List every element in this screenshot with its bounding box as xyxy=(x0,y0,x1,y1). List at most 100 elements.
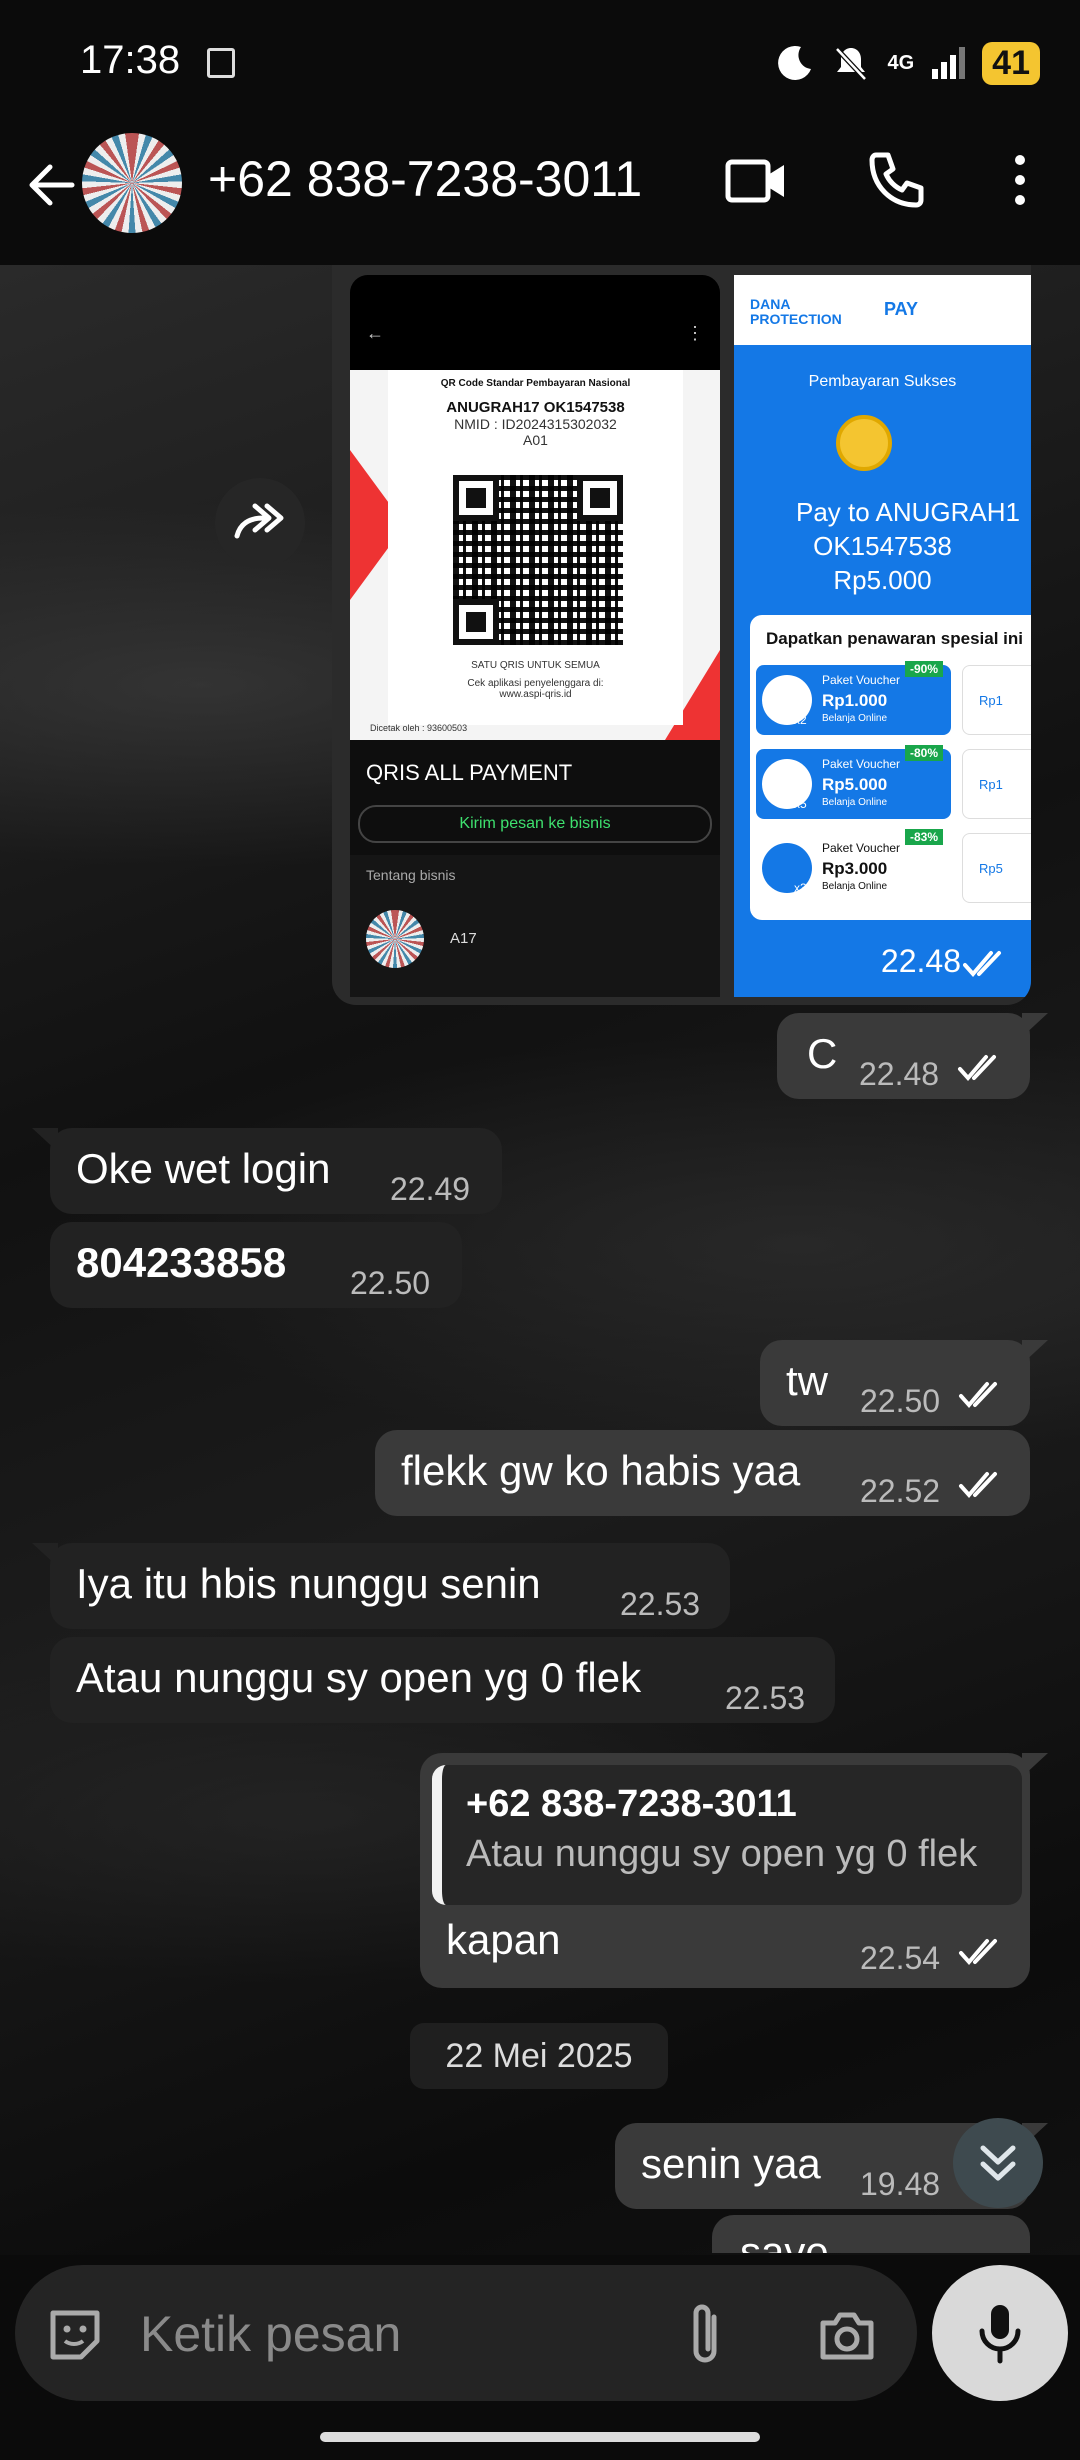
quoted-author: +62 838-7238-3011 xyxy=(466,1783,797,1825)
pay-to-id: OK1547538 xyxy=(813,531,952,561)
status-time: 17:38 xyxy=(80,38,181,82)
qris-footer: SATU QRIS UNTUK SEMUA xyxy=(471,660,600,671)
voucher-note: Belanja Online xyxy=(822,881,888,892)
merchant-name: ANUGRAH17 OK1547538 xyxy=(446,399,625,416)
offer-title: Dapatkan penawaran spesial ini xyxy=(766,629,1023,648)
message-text: kapan xyxy=(446,1916,561,1963)
voucher-label: Paket Voucher xyxy=(822,757,901,771)
qris-card: QR Code Standar Pembayaran Nasional ANUG… xyxy=(388,370,683,725)
voice-record-button[interactable] xyxy=(932,2265,1068,2401)
message-incoming[interactable]: Oke wet login 22.49 xyxy=(32,1128,502,1214)
qris-panel: QR Code Standar Pembayaran Nasional ANUG… xyxy=(350,370,720,740)
status-icons: 4G 41 xyxy=(775,40,1040,86)
message-incoming[interactable]: 804233858 22.50 xyxy=(50,1222,462,1308)
scroll-to-bottom-button[interactable] xyxy=(953,2118,1043,2208)
home-indicator xyxy=(320,2432,760,2442)
voucher-note: Belanja Online xyxy=(822,713,888,724)
qris-footer-2: Cek aplikasi penyelenggara di: www.aspi-… xyxy=(467,678,604,700)
voucher-qty: x5 xyxy=(794,797,807,811)
offer-panel: Dapatkan penawaran spesial ini -90% Pake… xyxy=(750,615,1031,920)
message-text: flekk gw ko habis yaa xyxy=(401,1447,801,1494)
pay-to: Pay to ANUGRAH1 xyxy=(796,497,1020,527)
message-time: 22.53 xyxy=(620,1586,701,1622)
screenshot-toolbar: ← ⋮ xyxy=(350,275,720,370)
voucher-qty: x2 xyxy=(794,713,807,727)
forward-icon xyxy=(234,503,284,539)
phone-call-icon[interactable] xyxy=(862,145,932,215)
voucher-side: Rp1 xyxy=(962,665,1031,735)
battery-level: 41 xyxy=(982,41,1040,85)
more-options-icon[interactable] xyxy=(985,145,1055,215)
message-text: tw xyxy=(786,1357,828,1404)
message-time: 22.50 xyxy=(860,1383,941,1419)
message-outgoing[interactable]: C 22.48 xyxy=(777,1013,1048,1099)
status-bar: 17:38 4G 41 xyxy=(0,0,1080,120)
tentang-label: Tentang bisnis xyxy=(366,867,456,883)
business-name: A17 xyxy=(450,930,477,947)
back-arrow-icon[interactable] xyxy=(22,155,82,215)
voucher-label: Paket Voucher xyxy=(822,841,901,855)
qr-code xyxy=(453,475,623,645)
quoted-message[interactable]: +62 838-7238-3011 Atau nunggu sy open yg… xyxy=(432,1765,1022,1905)
voucher-card: -80% Paket Voucher Rp5.000 Belanja Onlin… xyxy=(756,745,951,819)
read-ticks-icon xyxy=(959,1472,997,1499)
payment-status: Pembayaran Sukses xyxy=(808,373,957,390)
voucher-side: Rp1 xyxy=(962,749,1031,819)
business-avatar xyxy=(366,910,424,968)
voucher-side: Rp5 xyxy=(962,833,1031,903)
message-bubble: save xyxy=(712,2215,1030,2253)
voucher-discount: -90% xyxy=(904,661,943,677)
message-outgoing-reply[interactable]: +62 838-7238-3011 Atau nunggu sy open yg… xyxy=(420,1753,1048,1988)
message-text: 804233858 xyxy=(76,1239,287,1286)
voucher-note: Belanja Online xyxy=(822,797,888,808)
message-incoming[interactable]: Iya itu hbis nunggu senin 22.53 xyxy=(32,1543,730,1629)
kirim-pesan-button: Kirim pesan ke bisnis xyxy=(358,805,712,843)
message-time: 22.54 xyxy=(860,1940,941,1976)
message-text: Oke wet login xyxy=(76,1145,331,1192)
message-time: 22.48 xyxy=(880,943,961,979)
message-time: 22.48 xyxy=(859,1056,940,1092)
qris-title: QR Code Standar Pembayaran Nasional xyxy=(440,378,631,389)
message-incoming[interactable]: Atau nunggu sy open yg 0 flek 22.53 xyxy=(50,1637,835,1723)
message-time: 19.48 xyxy=(860,2166,941,2202)
message-outgoing[interactable]: flekk gw ko habis yaa 22.52 xyxy=(375,1430,1030,1516)
mini-back-icon: ← xyxy=(366,323,384,343)
message-text: Iya itu hbis nunggu senin xyxy=(76,1560,541,1607)
date-divider: 22 Mei 2025 xyxy=(410,2023,668,2089)
camera-icon[interactable] xyxy=(815,2303,879,2367)
success-coin-icon xyxy=(836,415,892,471)
dana-header: DANA PROTECTION PAY xyxy=(734,275,1031,345)
attach-icon[interactable] xyxy=(680,2301,730,2369)
quoted-text: Atau nunggu sy open yg 0 flek xyxy=(466,1833,978,1875)
image-message[interactable]: ← ⋮ QR Code Standar Pembayaran Nasional … xyxy=(332,265,1031,1005)
bell-muted-icon xyxy=(835,47,868,81)
network-type: 4G xyxy=(887,51,915,74)
message-outgoing-partial[interactable]: save xyxy=(712,2215,1030,2253)
message-input[interactable]: Ketik pesan xyxy=(15,2265,917,2401)
message-text: Atau nunggu sy open yg 0 flek xyxy=(76,1654,642,1701)
screenshot-dana[interactable]: DANA PROTECTION PAY Pembayaran Sukses Pa… xyxy=(734,275,1031,997)
read-ticks-icon xyxy=(959,1382,997,1409)
message-text: C xyxy=(807,1030,838,1077)
mini-cart-icon: ⋮ xyxy=(686,323,704,343)
screenshot-qris[interactable]: ← ⋮ QR Code Standar Pembayaran Nasional … xyxy=(350,275,720,997)
message-outgoing[interactable]: tw 22.50 xyxy=(760,1340,1048,1426)
voucher-price: Rp5.000 xyxy=(822,775,888,794)
read-ticks-icon xyxy=(958,1055,996,1082)
sticker-icon[interactable] xyxy=(43,2303,107,2367)
voucher-price: Rp3.000 xyxy=(822,859,888,878)
video-call-icon[interactable] xyxy=(722,145,792,215)
signal-icon xyxy=(932,47,966,79)
voucher-qty: x3 xyxy=(794,881,807,895)
message-time: 22.50 xyxy=(350,1265,431,1301)
contact-avatar[interactable] xyxy=(82,133,182,233)
contact-name[interactable]: +62 838-7238-3011 xyxy=(208,150,642,208)
read-ticks-icon xyxy=(959,1939,997,1966)
paid-amount: Rp5.000 xyxy=(833,565,932,595)
dana-pay: PAY xyxy=(884,299,919,319)
moon-icon xyxy=(778,45,812,80)
terminal-code: A01 xyxy=(523,432,548,448)
forward-button[interactable] xyxy=(215,478,305,568)
message-text: save xyxy=(740,2228,829,2253)
double-chevron-down-icon xyxy=(980,2145,1016,2181)
